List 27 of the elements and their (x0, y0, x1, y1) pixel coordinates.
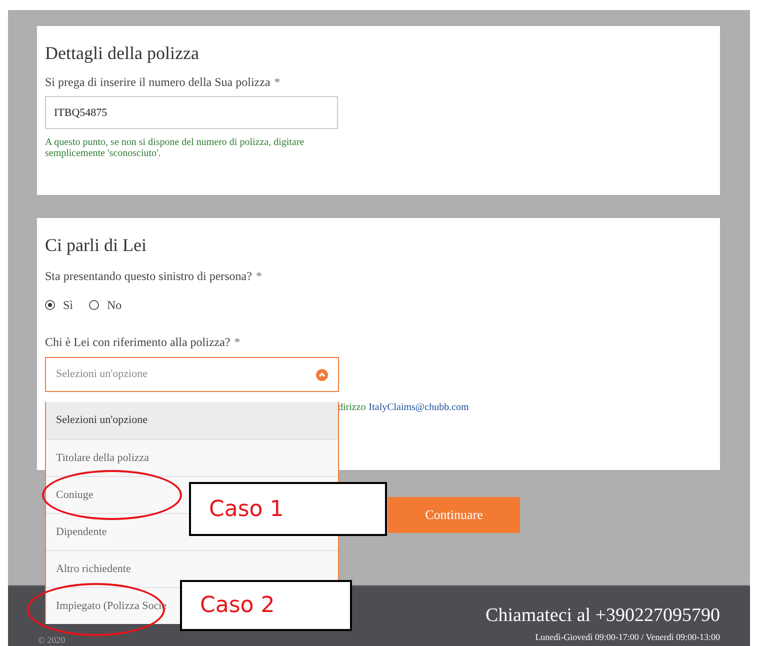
dropdown-option[interactable]: Dipendente (56, 524, 107, 540)
annotation-label: Caso 1 (189, 482, 387, 536)
required-mark: * (256, 268, 262, 284)
section-title: Dettagli della polizza (45, 42, 200, 64)
note-text: dirizzo (338, 401, 366, 415)
dropdown-option[interactable]: Selezioni un'opzione (56, 412, 148, 429)
email-link[interactable]: ItalyClaims@chubb.com (368, 400, 469, 415)
phone-text: Chiamateci al +390227095790 (486, 604, 720, 628)
help-text: A questo punto, se non si dispone del numero di polizza, digitare semplicemente 'sconosciuto'. (45, 137, 306, 159)
field-label: Si prega di inserire il numero della Sua polizza (45, 74, 270, 90)
dropdown-option[interactable]: Altro richiedente (56, 560, 131, 578)
policy-number-field[interactable]: ITBQ54875 (45, 96, 338, 129)
role-select[interactable]: Selezioni un'opzione (45, 357, 339, 392)
hours-text: Lunedì-Giovedì 09:00-17:00 / Venerdì 09:00-13:00 (535, 631, 720, 644)
radio-option[interactable]: Sì (45, 296, 74, 314)
dropdown-option[interactable]: Coniuge (56, 486, 94, 504)
radio-option[interactable]: No (89, 296, 122, 314)
required-mark: * (234, 334, 240, 350)
annotation-label: Caso 2 (180, 580, 352, 631)
required-mark: * (274, 74, 280, 90)
chevron-up-icon (316, 368, 328, 380)
question-label: Chi è Lei con riferimento alla polizza? (45, 334, 230, 350)
copyright-text: © 2020 (38, 634, 66, 646)
section-title: Ci parli di Lei (45, 234, 148, 256)
dropdown-option[interactable]: Titolare della polizza (56, 450, 150, 466)
question-label: Sta presentando questo sinistro di persona? (45, 268, 252, 284)
continue-button[interactable]: Continuare (388, 497, 520, 533)
